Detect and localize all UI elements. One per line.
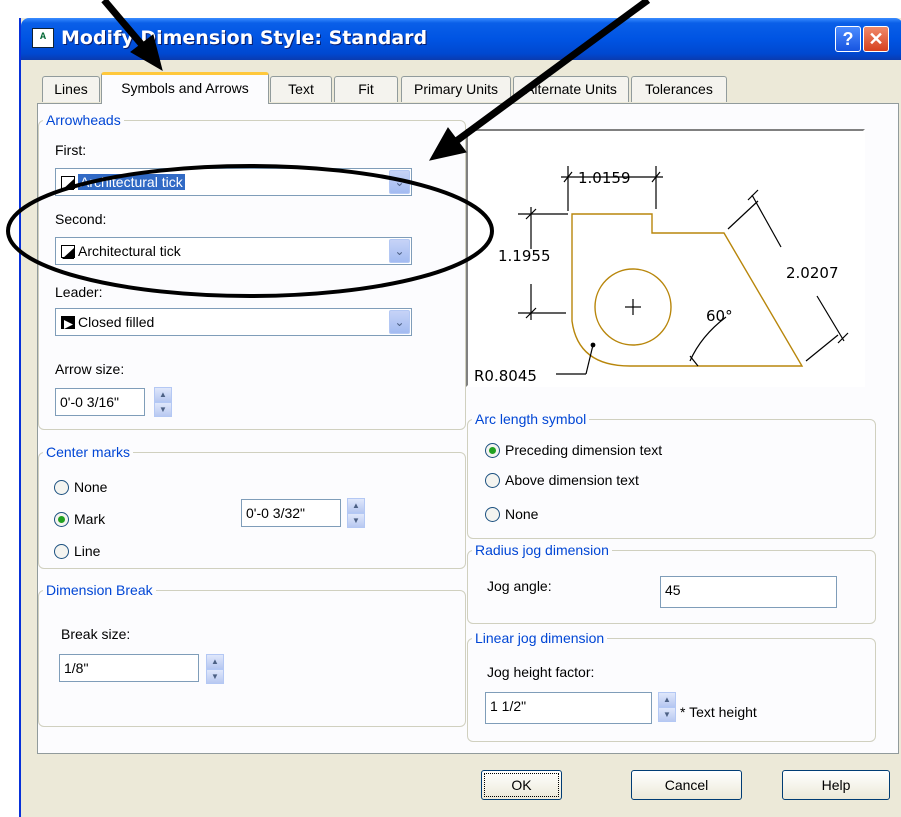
arc-above-radio[interactable]: Above dimension text [485, 472, 639, 488]
arc-preceding-radio[interactable]: Preceding dimension text [485, 442, 662, 458]
radio-circle-icon [54, 480, 69, 495]
tab-panel: Arrowheads First: Architectural tick ⌄ S… [37, 103, 899, 754]
radio-circle-icon [54, 512, 69, 527]
help-title-button[interactable]: ? [835, 26, 861, 52]
spin-down-icon[interactable]: ▼ [154, 402, 172, 417]
preview-shape [571, 213, 804, 367]
dimension-preview: 1.0159 1.1955 2.0207 60° R0.8045 [466, 129, 865, 387]
tab-lines[interactable]: Lines [42, 76, 100, 102]
first-arrowhead-value: Architectural tick [78, 174, 185, 190]
architectural-tick-icon [61, 176, 75, 190]
arc-none-radio[interactable]: None [485, 506, 538, 522]
jog-height-factor-input[interactable]: 1 1/2" [485, 692, 652, 724]
dialog-window: A Modify Dimension Style: Standard ? ✕ L… [19, 18, 901, 817]
second-arrowhead-select[interactable]: Architectural tick ⌄ [55, 237, 412, 265]
preview-dim-right: 2.0207 [786, 264, 839, 282]
jog-angle-input[interactable]: 45 [660, 576, 837, 608]
chevron-down-icon[interactable]: ⌄ [389, 310, 410, 334]
center-mark-none-radio[interactable]: None [54, 479, 107, 495]
leader-select[interactable]: Closed filled ⌄ [55, 308, 412, 336]
second-label: Second: [55, 211, 107, 227]
help-button[interactable]: Help [782, 770, 890, 800]
spin-up-icon[interactable]: ▲ [347, 498, 365, 513]
arrowheads-group: Arrowheads [38, 112, 466, 430]
linear-jog-group: Linear jog dimension [467, 630, 876, 742]
tab-symbols-and-arrows[interactable]: Symbols and Arrows [101, 72, 269, 104]
center-mark-mark-radio[interactable]: Mark [54, 511, 105, 527]
radius-jog-legend: Radius jog dimension [475, 542, 609, 558]
text-height-suffix: * Text height [680, 704, 757, 720]
preview-drawing: 1.0159 1.1955 2.0207 60° R0.8045 [474, 166, 849, 385]
chevron-down-icon[interactable]: ⌄ [389, 170, 410, 194]
spin-up-icon[interactable]: ▲ [154, 387, 172, 402]
break-size-label: Break size: [61, 626, 131, 642]
title-bar[interactable]: A Modify Dimension Style: Standard ? ✕ [21, 18, 901, 60]
spin-up-icon[interactable]: ▲ [658, 692, 676, 707]
architectural-tick-icon [61, 245, 75, 259]
radio-circle-icon [485, 473, 500, 488]
tab-fit[interactable]: Fit [334, 76, 398, 102]
tab-text[interactable]: Text [270, 76, 332, 102]
center-mark-line-radio[interactable]: Line [54, 543, 100, 559]
arrow-size-stepper[interactable]: ▲ ▼ [154, 387, 172, 417]
tab-alternate-units[interactable]: Alternate Units [513, 76, 629, 102]
break-size-stepper[interactable]: ▲ ▼ [206, 654, 224, 684]
arc-length-legend: Arc length symbol [475, 411, 587, 427]
dimension-break-legend: Dimension Break [46, 582, 153, 598]
jog-angle-label: Jog angle: [487, 578, 552, 594]
spin-up-icon[interactable]: ▲ [206, 654, 224, 669]
spin-down-icon[interactable]: ▼ [206, 669, 224, 684]
preview-angle: 60° [706, 307, 733, 325]
arrow-size-input[interactable]: 0'-0 3/16" [55, 388, 145, 416]
radio-circle-icon [485, 443, 500, 458]
preview-radius: R0.8045 [474, 367, 537, 385]
jog-height-factor-label: Jog height factor: [487, 664, 595, 680]
chevron-down-icon[interactable]: ⌄ [389, 239, 410, 263]
tab-primary-units[interactable]: Primary Units [401, 76, 511, 102]
tab-tolerances[interactable]: Tolerances [631, 76, 727, 102]
ok-button[interactable]: OK [481, 770, 562, 800]
linear-jog-legend: Linear jog dimension [475, 630, 605, 646]
center-mark-size-stepper[interactable]: ▲ ▼ [347, 498, 365, 528]
window-title: Modify Dimension Style: Standard [61, 27, 428, 49]
arrow-size-label: Arrow size: [55, 361, 125, 377]
close-button[interactable]: ✕ [863, 26, 889, 52]
center-marks-legend: Center marks [46, 444, 131, 460]
spin-down-icon[interactable]: ▼ [658, 707, 676, 722]
first-label: First: [55, 142, 87, 158]
closed-filled-arrow-icon [61, 316, 75, 329]
preview-dim-left: 1.1955 [498, 247, 551, 265]
break-size-input[interactable]: 1/8" [59, 654, 199, 682]
first-arrowhead-select[interactable]: Architectural tick ⌄ [55, 168, 412, 196]
leader-label: Leader: [55, 284, 103, 300]
preview-dim-top: 1.0159 [578, 169, 631, 187]
autocad-icon: A [32, 28, 54, 48]
cancel-button[interactable]: Cancel [631, 770, 742, 800]
second-arrowhead-value: Architectural tick [78, 243, 181, 259]
spin-down-icon[interactable]: ▼ [347, 513, 365, 528]
center-mark-size-input[interactable]: 0'-0 3/32" [241, 499, 341, 527]
jog-height-factor-stepper[interactable]: ▲ ▼ [658, 692, 676, 722]
radio-circle-icon [485, 507, 500, 522]
leader-value: Closed filled [78, 314, 155, 330]
radio-circle-icon [54, 544, 69, 559]
arrowheads-legend: Arrowheads [46, 112, 121, 128]
